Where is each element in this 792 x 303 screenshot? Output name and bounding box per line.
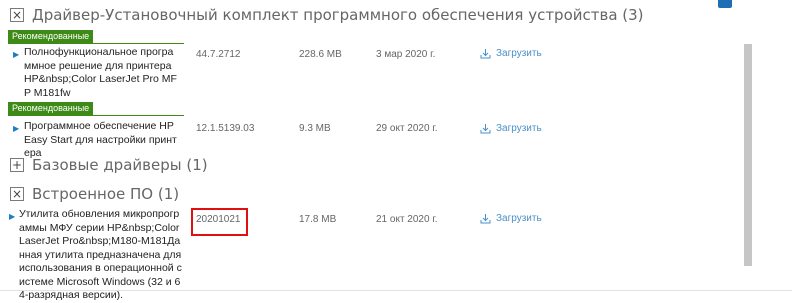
expand-icon[interactable]: + (10, 158, 24, 172)
row-date: 3 мар 2020 г. (376, 49, 436, 60)
print-icon[interactable] (718, 0, 732, 8)
row-name[interactable]: Утилита обновления микропрограммы МФУ се… (19, 208, 182, 303)
recommended-divider (8, 43, 184, 44)
recommended-divider (8, 115, 184, 116)
download-button[interactable]: Загрузить (480, 213, 542, 224)
scrollbar[interactable] (744, 44, 752, 266)
expand-arrow-icon[interactable]: ▶ (9, 212, 15, 221)
download-label[interactable]: Загрузить (496, 123, 542, 134)
row-date: 21 окт 2020 г. (376, 214, 438, 225)
row-version: 12.1.5139.03 (196, 123, 255, 134)
expand-arrow-icon[interactable]: ▶ (13, 124, 19, 133)
row-size: 228.6 MB (299, 49, 342, 60)
section-header-firmware[interactable]: × Встроенное ПО (1) (10, 185, 179, 203)
section-title[interactable]: Базовые драйверы (1) (32, 156, 208, 174)
recommended-badge: Рекомендованные (8, 30, 94, 43)
download-icon (480, 48, 491, 58)
row-date: 29 окт 2020 г. (376, 123, 438, 134)
collapse-icon[interactable]: × (10, 187, 24, 201)
section-header-driver-kit[interactable]: × Драйвер-Установочный комплект программ… (10, 6, 644, 24)
row-version: 44.7.2712 (196, 49, 241, 60)
section-title[interactable]: Встроенное ПО (1) (32, 185, 179, 203)
section-header-base-drivers[interactable]: + Базовые драйверы (1) (10, 156, 208, 174)
row-size: 9.3 MB (299, 123, 331, 134)
row-version: 20201021 (196, 214, 241, 225)
row-name[interactable]: Программное обеспечение HP Easy Start дл… (24, 120, 178, 161)
divider (0, 290, 792, 291)
download-button[interactable]: Загрузить (480, 123, 542, 134)
row-size: 17.8 MB (299, 214, 337, 225)
download-label[interactable]: Загрузить (496, 48, 542, 59)
download-icon (480, 213, 491, 223)
collapse-icon[interactable]: × (10, 8, 24, 22)
row-name[interactable]: Полнофункциональное программное решение … (24, 46, 178, 100)
recommended-badge: Рекомендованные (8, 102, 94, 115)
section-title[interactable]: Драйвер-Установочный комплект программно… (32, 6, 644, 24)
download-label[interactable]: Загрузить (496, 213, 542, 224)
download-icon (480, 123, 491, 133)
download-button[interactable]: Загрузить (480, 48, 542, 59)
expand-arrow-icon[interactable]: ▶ (13, 50, 19, 59)
